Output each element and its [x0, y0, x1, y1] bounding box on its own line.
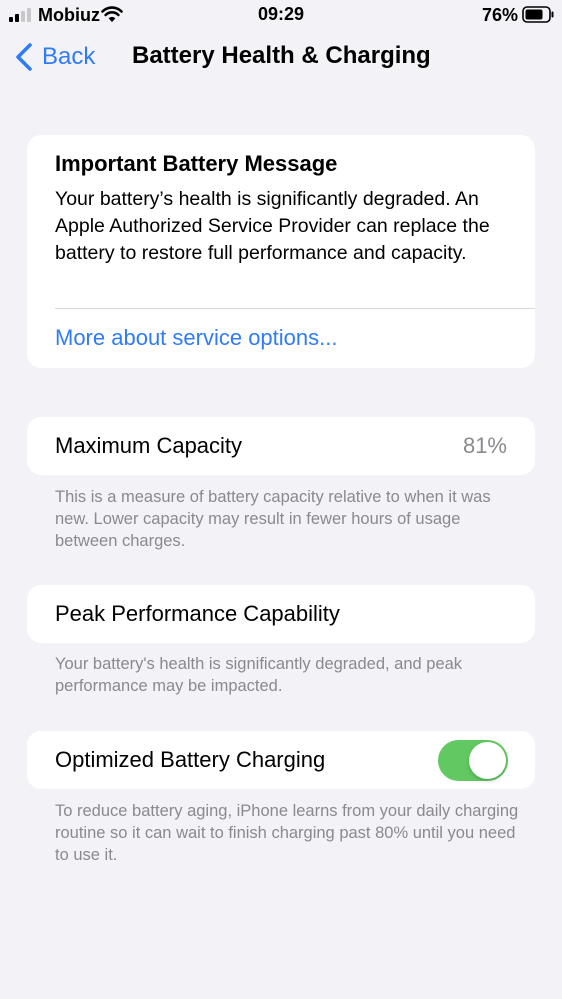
clock-time: 09:29	[257, 4, 305, 24]
back-label: Back	[42, 43, 96, 70]
optimized-charging-row: Optimized Battery Charging	[27, 731, 535, 789]
max-capacity-row: Maximum Capacity 81%	[27, 417, 535, 475]
status-bar: Mobiuz 09:29 76%	[0, 0, 562, 32]
peak-performance-footnote: Your battery's health is significantly d…	[55, 655, 463, 695]
optimized-charging-footnote: To reduce battery aging, iPhone learns f…	[55, 802, 519, 864]
max-capacity-label: Maximum Capacity	[55, 433, 243, 458]
peak-performance-row: Peak Performance Capability	[27, 585, 535, 643]
chevron-left-icon	[16, 43, 32, 71]
peak-performance-label: Peak Performance Capability	[55, 601, 340, 626]
max-capacity-value: 81%	[462, 433, 507, 458]
service-options-link[interactable]: More about service options...	[55, 325, 337, 351]
battery-message-card: Important Battery Message Your battery’s…	[27, 135, 535, 368]
divider	[55, 308, 535, 309]
toggle-knob	[469, 742, 506, 779]
optimized-charging-label: Optimized Battery Charging	[55, 747, 326, 772]
message-title: Important Battery Message	[55, 151, 338, 176]
back-button[interactable]: Back	[14, 40, 95, 74]
battery-percentage: 76%	[481, 5, 518, 25]
navigation-bar: Back Battery Health & Charging	[0, 32, 562, 84]
page-title: Battery Health & Charging	[132, 42, 431, 69]
message-body: Your battery’s health is significantly d…	[55, 188, 490, 264]
max-capacity-footnote: This is a measure of battery capacity re…	[55, 488, 491, 550]
battery-icon	[522, 6, 554, 23]
optimized-charging-toggle[interactable]	[438, 740, 508, 781]
